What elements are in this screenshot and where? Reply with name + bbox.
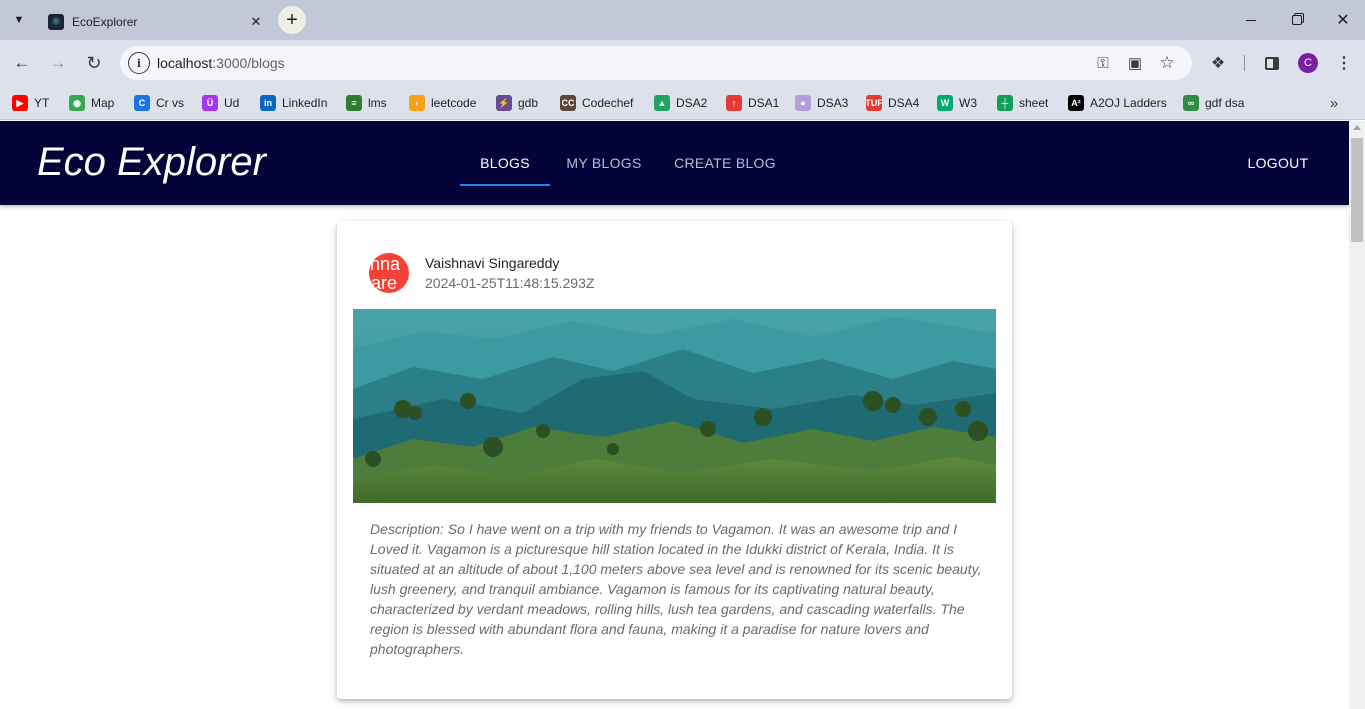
bookmark-item[interactable]: C Cr vs [134,92,184,114]
bookmark-label: gdf dsa [1205,96,1245,110]
browser-tab[interactable]: ⚛ EcoExplorer ✕ [36,4,272,40]
app-header: Eco Explorer BLOGS MY BLOGS CREATE BLOG … [0,121,1349,205]
tuf-icon: TUF [865,95,883,111]
site-info-icon[interactable]: i [128,52,150,74]
bookmark-star-icon[interactable]: ☆ [1156,53,1178,73]
sheets-icon: ┼ [997,95,1013,111]
bookmark-item[interactable]: Ü Ud [202,92,239,114]
bookmark-item[interactable]: ⚡ gdb [496,92,538,114]
browser-toolbar: ← → ↻ i localhost:3000/blogs ⚿ ▣ ☆ ❖ C ⋮ [0,40,1365,86]
drive-icon: ▲ [654,95,670,111]
url-text[interactable]: localhost:3000/blogs [157,55,285,71]
scrollbar-thumb[interactable] [1351,138,1363,242]
active-tab-indicator [460,184,550,186]
bookmark-item[interactable]: ● DSA3 [795,92,848,114]
close-window-button[interactable]: ✕ [1330,8,1356,32]
bookmark-item[interactable]: ∞ gdf dsa [1183,92,1244,114]
side-panel-icon[interactable] [1260,52,1284,74]
youtube-icon: ▶ [12,95,28,111]
rocket-icon: ↑ [726,95,742,111]
bookmark-label: sheet [1019,96,1049,110]
restore-window-button[interactable] [1284,8,1310,32]
url-path: :3000/blogs [212,55,285,71]
install-app-icon[interactable]: ▣ [1124,53,1146,73]
tab-create-blog[interactable]: CREATE BLOG [664,121,786,205]
linkedin-icon: in [260,95,276,111]
bookmark-item[interactable]: in LinkedIn [260,92,327,114]
extensions-puzzle-icon[interactable]: ❖ [1206,52,1230,74]
bookmark-label: LinkedIn [282,96,328,110]
blog-card: shna nare Vaishnavi Singareddy 2024-01-2… [337,221,1012,699]
profile-avatar[interactable]: C [1298,53,1318,73]
lms-icon: ≡ [346,95,362,111]
bookmark-label: W3 [959,96,977,110]
gfg-icon: ∞ [1183,95,1199,111]
browser-menu-icon[interactable]: ⋮ [1332,52,1356,74]
bookmark-label: leetcode [431,96,477,110]
bookmark-label: DSA1 [748,96,780,110]
bookmark-item[interactable]: A² A2OJ Ladders [1068,92,1167,114]
c-icon: C [134,95,150,111]
bookmark-item[interactable]: W W3 [937,92,977,114]
bookmark-label: gdb [518,96,539,110]
bookmark-label: Map [91,96,115,110]
browser-tab-strip: ▼ ⚛ EcoExplorer ✕ + ✕ [0,0,1365,40]
udemy-icon: Ü [202,95,218,111]
avatar-text-line1: shna [369,254,401,274]
bookmark-item[interactable]: ‹ leetcode [409,92,476,114]
brand-title: Eco Explorer [37,140,266,184]
tab-title: EcoExplorer [72,15,138,29]
scroll-up-arrow-icon[interactable] [1353,125,1361,130]
bookmark-item[interactable]: ↑ DSA1 [726,92,779,114]
bookmark-label: lms [368,96,387,110]
leetcode-icon: ‹ [409,95,425,111]
bookmark-label: YT [34,96,50,110]
bookmark-label: DSA2 [676,96,708,110]
w3-icon: W [937,95,953,111]
blog-description: Description: So I have went on a trip wi… [370,521,982,657]
bookmark-label: Ud [224,96,240,110]
gdb-icon: ⚡ [496,95,512,111]
maps-icon: ◉ [69,95,85,111]
bookmark-label: DSA3 [817,96,849,110]
avatar: shna nare [369,253,409,293]
tab-search-chevron-icon[interactable]: ▼ [8,10,30,30]
forward-arrow-icon[interactable]: → [46,51,70,75]
tab-blogs[interactable]: BLOGS [460,121,550,205]
post-date: 2024-01-25T11:48:15.293Z [425,275,595,291]
bookmark-label: DSA4 [888,96,920,110]
bookmark-item[interactable]: ▲ DSA2 [654,92,707,114]
a2oj-icon: A² [1068,95,1084,111]
toolbar-divider [1244,55,1245,71]
tab-close-icon[interactable]: ✕ [246,12,266,32]
bookmark-item[interactable]: TUF DSA4 [865,92,920,114]
bookmark-item[interactable]: ◉ Map [69,92,114,114]
react-favicon-icon: ⚛ [48,14,64,30]
password-key-icon[interactable]: ⚿ [1092,53,1114,73]
bookmark-item[interactable]: CC Codechef [560,92,633,114]
new-tab-button[interactable]: + [278,6,306,34]
codechef-icon: CC [560,95,576,111]
more-bookmarks-icon[interactable]: » [1324,92,1344,114]
circle-icon: ● [795,95,811,111]
logout-button[interactable]: LOGOUT [1232,121,1324,205]
reload-icon[interactable]: ↻ [82,51,106,75]
bookmarks-bar: ▶ YT ◉ Map C Cr vs Ü Ud in LinkedIn ≡ lms ‹ leetcode ⚡… [0,86,1365,120]
tab-my-blogs[interactable]: MY BLOGS [556,121,652,205]
page-scrollbar[interactable] [1349,121,1365,709]
bookmark-label: Cr vs [156,96,184,110]
minimize-window-button[interactable] [1238,8,1264,32]
bookmark-item[interactable]: ▶ YT [12,92,49,114]
back-arrow-icon[interactable]: ← [10,51,34,75]
url-host: localhost [157,55,213,71]
blog-hero-image [353,309,996,503]
bookmark-item[interactable]: ≡ lms [346,92,387,114]
address-bar[interactable]: i localhost:3000/blogs ⚿ ▣ ☆ [120,46,1192,80]
bookmark-label: A2OJ Ladders [1090,96,1167,110]
bookmark-item[interactable]: ┼ sheet [997,92,1048,114]
bookmark-label: Codechef [582,96,634,110]
avatar-text-line2: nare [369,273,398,293]
author-name: Vaishnavi Singareddy [425,255,560,271]
